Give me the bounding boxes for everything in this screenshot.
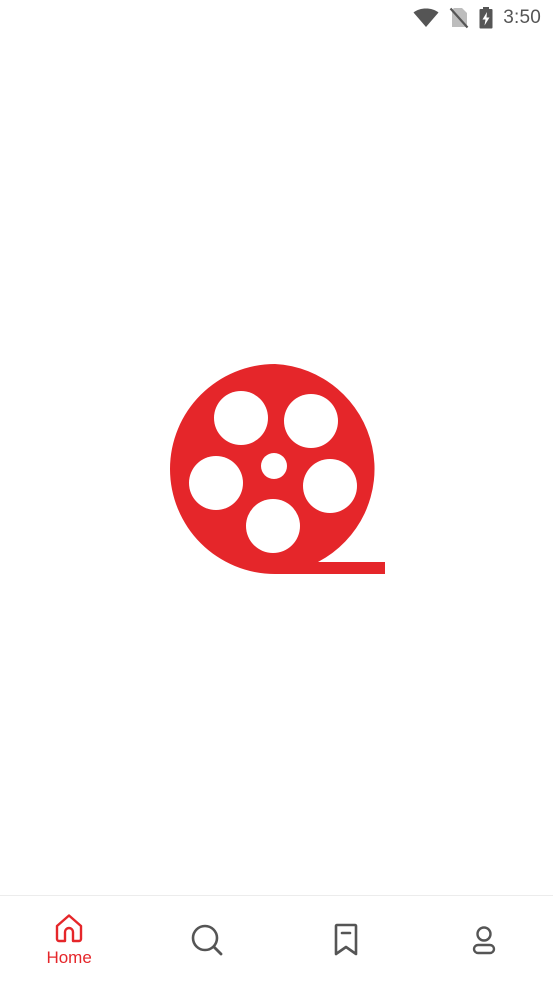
status-time: 3:50 <box>503 7 541 28</box>
nav-profile[interactable] <box>415 896 553 983</box>
no-sim-icon <box>449 7 469 29</box>
search-icon <box>190 923 224 957</box>
battery-charging-icon <box>479 7 493 29</box>
wifi-icon <box>413 8 439 28</box>
nav-search[interactable] <box>138 896 276 983</box>
bookmark-icon <box>332 923 360 957</box>
nav-bookmarks[interactable] <box>277 896 415 983</box>
status-icons: 3:50 <box>413 6 541 30</box>
profile-icon <box>470 924 498 956</box>
nav-home-label: Home <box>46 947 92 967</box>
nav-home[interactable]: Home <box>0 896 138 983</box>
film-reel-logo <box>168 362 386 574</box>
bottom-navigation: Home <box>0 895 553 983</box>
home-icon <box>53 912 85 944</box>
splash-screen: 3:50 Home <box>0 0 553 983</box>
status-bar: 3:50 <box>0 0 553 36</box>
